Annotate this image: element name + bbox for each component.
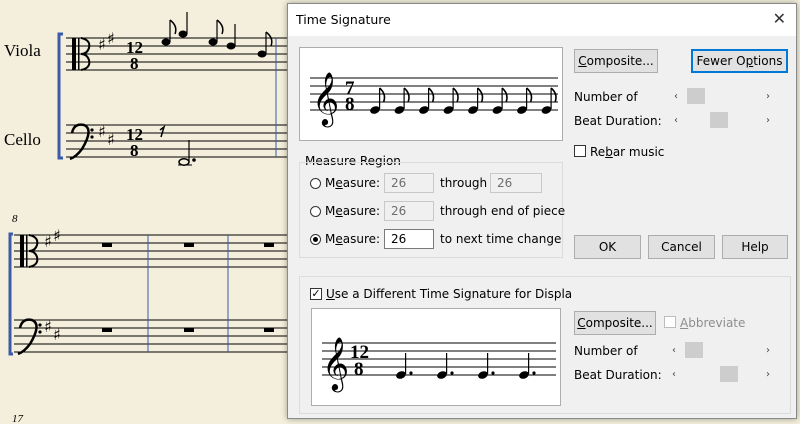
note-dot [409, 371, 413, 375]
slider-thumb[interactable] [720, 366, 738, 382]
display-number-of-label: Number of [574, 344, 638, 358]
time-sig-bottom-cello: 8 [130, 141, 139, 160]
note-flag [501, 87, 508, 103]
rebar-music-checkbox[interactable] [574, 145, 586, 157]
chevron-left-icon[interactable]: ‹ [674, 91, 678, 102]
measure-end-field[interactable]: 26 [490, 173, 542, 193]
measure-label: Measure: [325, 176, 381, 190]
instrument-label-cello: Cello [4, 130, 41, 149]
whole-rests [102, 243, 274, 332]
measure-to-next-change-field[interactable]: 26 [384, 229, 434, 249]
help-button[interactable]: Help [722, 235, 788, 259]
sharp-icon: ♯ [53, 226, 61, 245]
measure-number: 8 [12, 213, 18, 225]
number-of-slider[interactable] [684, 88, 760, 104]
measure-label: Measure: [325, 204, 381, 218]
bass-clef-icon [17, 318, 42, 356]
beat-duration-label: Beat Duration: [574, 114, 662, 128]
measure-label: Measure: [325, 232, 381, 246]
display-signature-preview: 𝄞 12 8 [311, 308, 561, 406]
treble-clef-icon: 𝄞 [322, 336, 349, 392]
chevron-left-icon[interactable]: ‹ [672, 369, 676, 380]
dialog-body: 𝄞 7 8 Composite... Fewer Options Number … [288, 36, 796, 418]
treble-clef-icon: 𝄞 [312, 71, 339, 127]
close-icon[interactable]: ✕ [773, 9, 786, 28]
note-flag [403, 87, 410, 103]
sharp-icon: ♯ [98, 35, 106, 54]
note-flag [526, 87, 533, 103]
display-beat-duration-label: Beat Duration: [574, 368, 662, 382]
slider-thumb[interactable] [687, 88, 705, 104]
display-beat-duration-slider[interactable] [682, 366, 762, 382]
sharp-icon: ♯ [98, 122, 106, 141]
time-signature-preview: 𝄞 7 8 [299, 47, 563, 141]
preview-time-bottom: 8 [345, 94, 355, 115]
note-dot [491, 371, 495, 375]
display-composite-button[interactable]: Composite... [574, 311, 656, 335]
measure-to-end-field[interactable]: 26 [384, 201, 434, 221]
number-of-label: Number of [574, 90, 638, 104]
use-display-signature-label: Use a Different Time Signature for Displ… [326, 287, 573, 301]
slider-thumb[interactable] [685, 342, 703, 358]
measure-number: 17 [12, 413, 24, 424]
measure-range-radio[interactable] [310, 178, 321, 189]
preview-staff: 𝄞 7 8 [310, 71, 558, 127]
display-time-bottom: 8 [354, 359, 364, 380]
chevron-right-icon[interactable]: › [766, 115, 770, 126]
note-flag [452, 87, 459, 103]
chevron-right-icon[interactable]: › [766, 369, 770, 380]
sharp-icon: ♯ [107, 130, 115, 149]
measure-start-field[interactable]: 26 [384, 173, 434, 193]
note-dot [450, 371, 454, 375]
ok-button[interactable]: OK [574, 235, 641, 259]
dialog-titlebar: Time Signature ✕ [288, 4, 796, 36]
beat-duration-slider[interactable] [684, 112, 760, 128]
note-flag [379, 87, 386, 103]
sharp-icon: ♯ [107, 29, 115, 48]
measure-to-end-radio[interactable] [310, 206, 321, 217]
measure-to-next-change-radio[interactable] [310, 234, 321, 245]
through-label: through [440, 176, 488, 190]
to-next-change-label: to next time change [440, 232, 562, 246]
system-bracket [57, 32, 63, 160]
dialog-title: Time Signature [296, 12, 391, 27]
abbreviate-checkbox[interactable] [664, 316, 676, 328]
cancel-button[interactable]: Cancel [648, 235, 715, 259]
instrument-label-viola: Viola [4, 41, 41, 60]
abbreviate-label: Abbreviate [680, 316, 746, 330]
sharp-icon: ♯ [44, 232, 52, 251]
chevron-right-icon[interactable]: › [766, 91, 770, 102]
bass-clef-icon [69, 123, 94, 161]
slider-thumb[interactable] [710, 112, 728, 128]
note-dot [532, 371, 536, 375]
rebar-music-label: Rebar music [590, 145, 665, 159]
chevron-left-icon[interactable]: ‹ [674, 115, 678, 126]
sharp-icon: ♯ [44, 317, 52, 336]
time-sig-bottom: 8 [130, 54, 139, 73]
through-end-label: through end of piece [440, 204, 566, 218]
note-flag [428, 87, 435, 103]
viola-notes [161, 12, 273, 58]
composite-button[interactable]: Composite... [574, 49, 658, 73]
display-preview-staff: 𝄞 12 8 [322, 336, 556, 392]
chevron-right-icon[interactable]: › [766, 345, 770, 356]
note-flag [550, 87, 557, 103]
fewer-options-button[interactable]: Fewer Options [691, 49, 788, 73]
chevron-left-icon[interactable]: ‹ [672, 345, 676, 356]
note-flag [477, 87, 484, 103]
sharp-icon: ♯ [53, 325, 61, 344]
display-number-of-slider[interactable] [682, 342, 762, 358]
system-bracket [8, 232, 13, 356]
use-display-signature-checkbox[interactable]: ✓ [310, 288, 322, 300]
time-signature-dialog: Time Signature ✕ 𝄞 7 8 Composite... Fewe… [287, 3, 797, 419]
